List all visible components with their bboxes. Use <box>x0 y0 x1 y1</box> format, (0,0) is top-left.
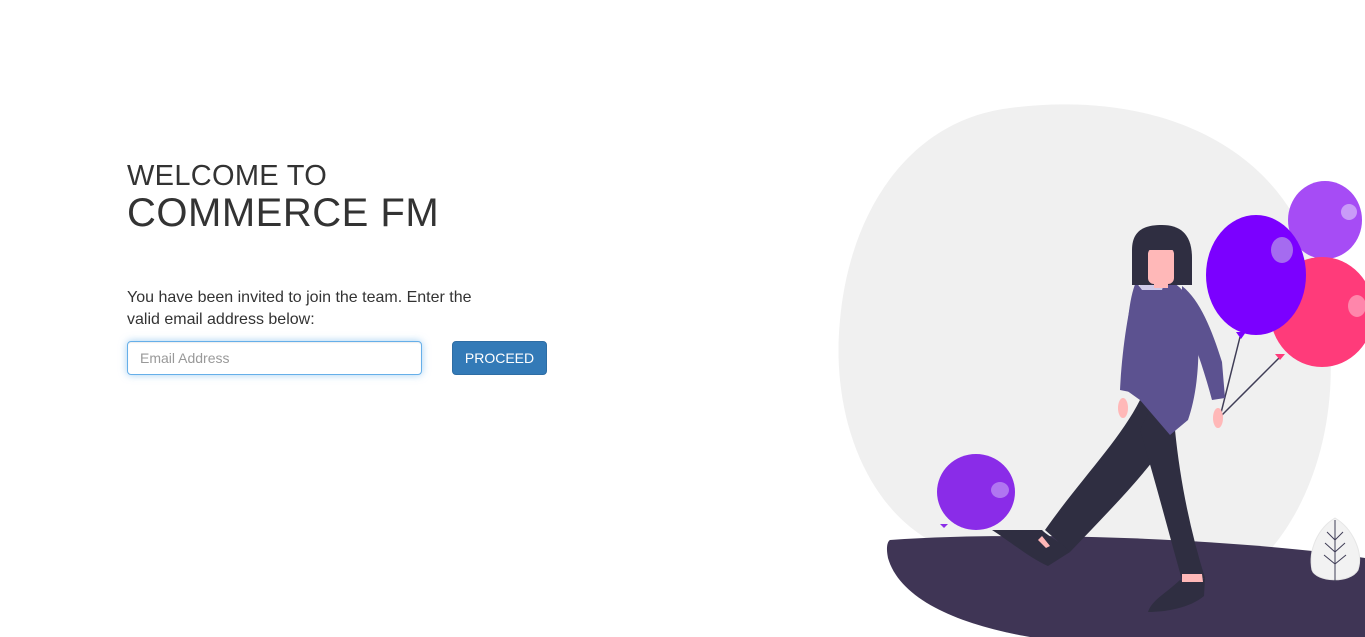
proceed-button[interactable]: PROCEED <box>452 341 547 375</box>
woman-with-balloons-illustration <box>830 100 1365 637</box>
welcome-title-line2: COMMERCE FM <box>127 191 440 235</box>
plant-icon <box>1310 517 1360 582</box>
balloon-icon <box>937 454 1015 530</box>
ground-shape <box>886 536 1365 637</box>
welcome-heading: WELCOME TO COMMERCE FM <box>127 160 439 234</box>
welcome-title-line1: WELCOME TO <box>127 160 328 192</box>
invite-page: WELCOME TO COMMERCE FM You have been inv… <box>0 0 1365 637</box>
invite-message: You have been invited to join the team. … <box>127 289 472 328</box>
invite-form: PROCEED <box>127 341 547 375</box>
email-field[interactable] <box>127 341 422 375</box>
